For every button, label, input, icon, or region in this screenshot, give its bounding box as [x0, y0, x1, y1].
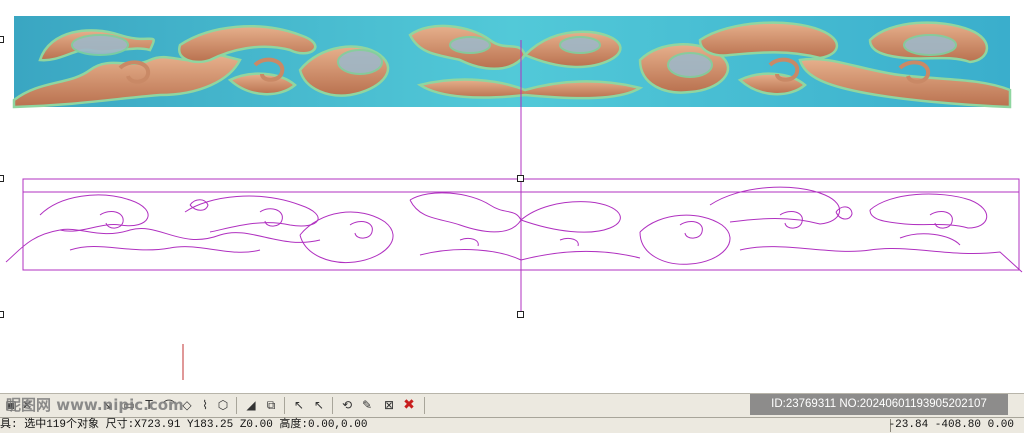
watermark-text: 昵图网 www.nipic.com	[6, 396, 184, 414]
status-selection-info: 具: 选中119个对象 尺寸:X723.91 Y183.25 Z0.00 高度:…	[0, 419, 368, 431]
delete-node-icon[interactable]: ⊠	[380, 396, 398, 414]
selection-handle-left-mid[interactable]	[0, 175, 4, 182]
drawing-canvas[interactable]	[0, 0, 1024, 393]
copy-icon[interactable]: ⧉	[262, 396, 280, 414]
magic-icon[interactable]: ✎	[358, 396, 376, 414]
cut-arrow-icon[interactable]: ↖	[310, 396, 328, 414]
selection-handle-left-top[interactable]	[0, 36, 4, 43]
status-bar: 具: 选中119个对象 尺寸:X723.91 Y183.25 Z0.00 高度:…	[0, 417, 1024, 433]
canvas-graphics	[5, 16, 1023, 380]
relief-render[interactable]	[12, 16, 1012, 109]
vector-outline[interactable]	[5, 178, 1023, 273]
select-arrow-icon[interactable]: ↖	[290, 396, 308, 414]
selection-handle-center[interactable]	[517, 175, 524, 182]
selection-handle-bottom[interactable]	[517, 311, 524, 318]
bezier-icon[interactable]: ⌇	[196, 396, 214, 414]
status-coordinates: -23.84 -408.80 0.00	[888, 419, 1014, 431]
fill-icon[interactable]: ◢	[242, 396, 260, 414]
array-icon[interactable]: ⬡	[214, 396, 232, 414]
transform-icon[interactable]: ⟲	[338, 396, 356, 414]
delete-icon[interactable]: ✖	[400, 396, 418, 414]
selection-handle-left-bottom[interactable]	[0, 311, 4, 318]
image-id-badge: ID:23769311 NO:20240601193905202107	[750, 394, 1008, 415]
